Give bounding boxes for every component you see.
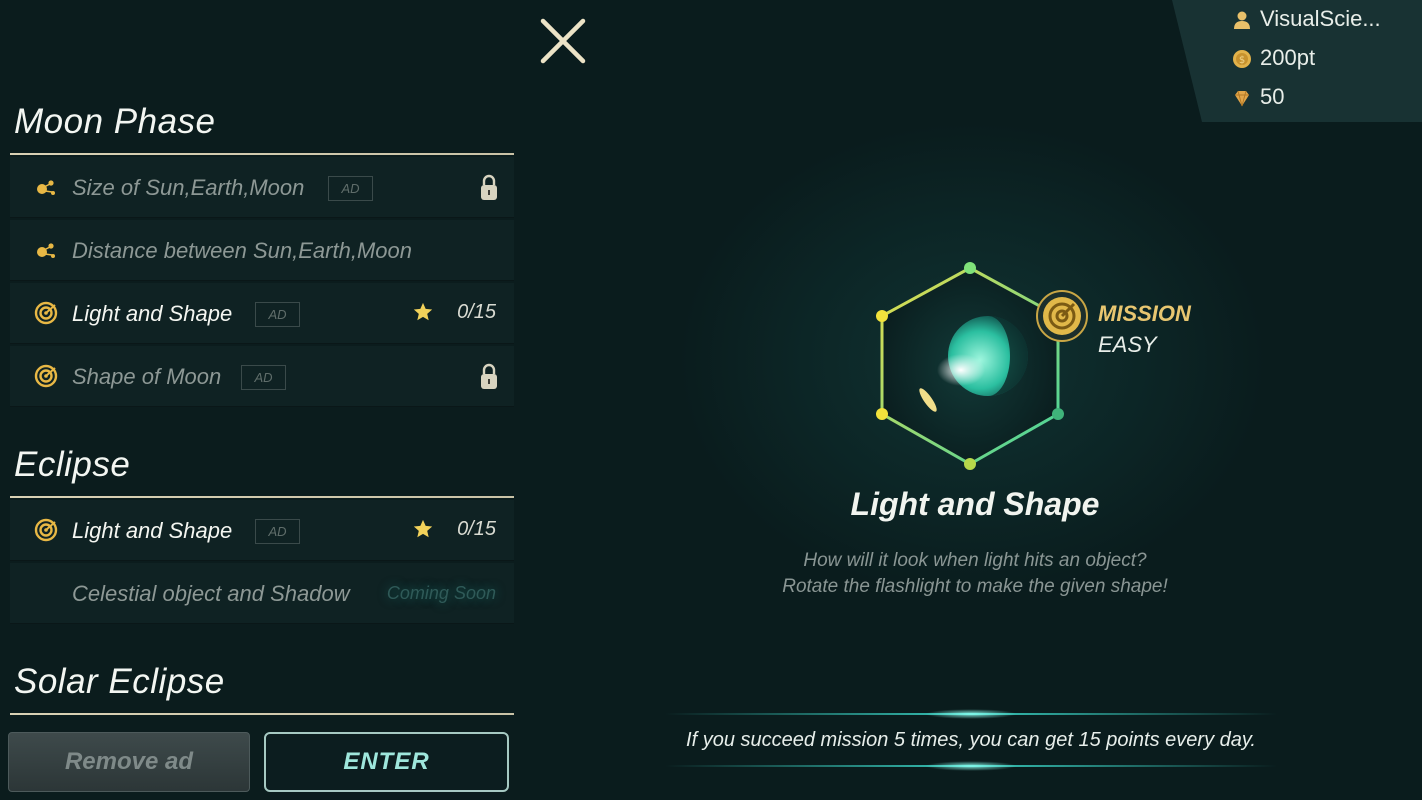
list-item-label: Light and Shape bbox=[72, 301, 233, 326]
list-item-light-and-shape[interactable]: Light and Shape AD 0/15 bbox=[10, 283, 514, 344]
list-item-label: Size of Sun,Earth,Moon bbox=[72, 175, 305, 200]
user-icon bbox=[1234, 11, 1250, 29]
list-item-celestial-object-and-shadow: Celestial object and Shadow Coming Soon bbox=[10, 563, 514, 624]
section-divider bbox=[10, 153, 514, 155]
divider-glow bbox=[925, 761, 1017, 771]
section-title-solar-eclipse: Solar Eclipse bbox=[14, 662, 225, 701]
section-title-eclipse: Eclipse bbox=[14, 445, 131, 484]
divider-glow bbox=[925, 709, 1017, 719]
lock-icon bbox=[481, 174, 497, 200]
ad-badge: AD bbox=[255, 519, 300, 544]
progress-count: 0/15 bbox=[457, 301, 496, 323]
list-item-size-of-sun-earth-moon[interactable]: Size of Sun,Earth,Moon AD bbox=[10, 157, 514, 218]
mission-target-icon bbox=[1036, 290, 1088, 342]
ad-badge: AD bbox=[328, 176, 373, 201]
mission-label: MISSION bbox=[1098, 301, 1191, 326]
gems-value: 50 bbox=[1260, 84, 1285, 109]
star-icon bbox=[413, 302, 433, 321]
user-name: VisualScie... bbox=[1260, 6, 1381, 31]
close-icon[interactable] bbox=[538, 16, 588, 66]
section-divider bbox=[10, 713, 514, 715]
list-item-label: Celestial object and Shadow bbox=[72, 581, 350, 606]
list-item-label: Light and Shape bbox=[72, 518, 233, 543]
list-item-label: Distance between Sun,Earth,Moon bbox=[72, 238, 412, 263]
coming-soon-label: Coming Soon bbox=[386, 583, 496, 603]
reward-info-bar: If you succeed mission 5 times, you can … bbox=[665, 709, 1277, 771]
mission-description-line-1: How will it look when light hits an obje… bbox=[803, 550, 1147, 571]
ad-badge: AD bbox=[241, 365, 286, 390]
list-item-shape-of-moon[interactable]: Shape of Moon AD bbox=[10, 346, 514, 407]
coin-icon: $ bbox=[1233, 50, 1251, 68]
mission-description-line-2: Rotate the flashlight to make the given … bbox=[782, 576, 1168, 597]
star-icon bbox=[413, 519, 433, 538]
gem-icon bbox=[1235, 90, 1249, 107]
mission-difficulty: EASY bbox=[1098, 332, 1157, 357]
remove-ad-button[interactable]: Remove ad bbox=[8, 732, 250, 792]
enter-button[interactable]: ENTER bbox=[264, 732, 509, 792]
mission-list-panel: Moon Phase Size of Sun,Earth,Moon AD Dis… bbox=[0, 0, 520, 800]
section-divider bbox=[10, 496, 514, 498]
svg-text:$: $ bbox=[1239, 55, 1245, 66]
target-icon bbox=[34, 518, 58, 542]
orbit-icon bbox=[37, 180, 55, 195]
mission-title: Light and Shape bbox=[850, 486, 1100, 522]
progress-count: 0/15 bbox=[457, 518, 496, 540]
ad-badge: AD bbox=[255, 302, 300, 327]
orbit-icon bbox=[37, 243, 55, 258]
reward-info-text: If you succeed mission 5 times, you can … bbox=[686, 729, 1256, 751]
points-value: 200pt bbox=[1260, 45, 1316, 70]
target-icon bbox=[34, 301, 58, 325]
section-title-moon-phase: Moon Phase bbox=[14, 102, 216, 141]
target-icon bbox=[34, 364, 58, 388]
list-item-eclipse-light-and-shape[interactable]: Light and Shape AD 0/15 bbox=[10, 500, 514, 561]
list-item-label: Shape of Moon bbox=[72, 364, 222, 389]
list-item-distance-sun-earth-moon[interactable]: Distance between Sun,Earth,Moon bbox=[10, 220, 514, 281]
lock-icon bbox=[481, 363, 497, 389]
